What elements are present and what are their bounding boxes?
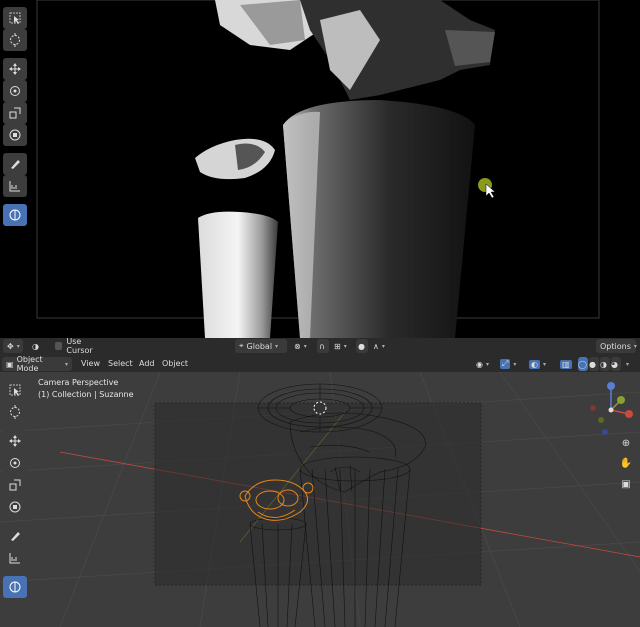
wireframe-shading-button[interactable]: ◯ — [578, 357, 588, 371]
material-icon: ◑ — [600, 359, 607, 369]
measure-tool[interactable] — [3, 547, 27, 569]
use-cursor-label: Use Cursor — [66, 337, 93, 355]
pivot-icon: ⊗ — [294, 341, 301, 351]
move-tool[interactable] — [3, 58, 27, 80]
move-icon — [9, 63, 21, 75]
mode-value: Object Mode — [16, 355, 43, 373]
falloff-dropdown[interactable]: ∧ ▾ — [369, 339, 391, 353]
annotate-icon — [11, 532, 20, 541]
measure-icon — [9, 553, 20, 564]
transform-tool[interactable] — [3, 496, 27, 518]
material-shading-button[interactable]: ◑ — [600, 357, 610, 371]
measure-tool[interactable] — [3, 175, 27, 197]
menu-view[interactable]: View — [81, 359, 100, 368]
use-cursor-option[interactable]: Use Cursor — [51, 337, 111, 355]
add-cube-tool[interactable] — [3, 576, 27, 598]
orientation-value: Global — [246, 341, 273, 351]
cursor-icon — [10, 405, 20, 419]
visibility-dropdown[interactable]: ◉ ▾ — [472, 357, 494, 371]
options-label: Options — [600, 341, 631, 351]
tool-dropdown[interactable]: ✥ ▾ — [3, 339, 23, 353]
transform-tool[interactable] — [3, 124, 27, 146]
cursor-tool[interactable] — [3, 29, 27, 51]
collection-info: (1) Collection | Suzanne — [38, 390, 134, 399]
camera-view-button[interactable]: ▣ — [617, 475, 635, 493]
pan-hand-icon: ✋ — [619, 457, 633, 469]
solid-shading-button[interactable]: ● — [589, 357, 599, 371]
wireframe-icon: ◯ — [578, 359, 587, 369]
viewport-header: ▣ Object Mode ▾ View Select Add Object ◉ ▾… — [0, 355, 640, 373]
tool-icon: ✥ — [7, 341, 14, 351]
rendered-shading-button[interactable]: ◕ — [611, 357, 621, 371]
chevron-down-icon: ▾ — [626, 360, 630, 368]
camera-icon: ▣ — [621, 478, 631, 490]
rendered-icon: ◕ — [611, 359, 618, 369]
annotate-tool[interactable] — [3, 525, 27, 547]
rendered-viewport[interactable] — [0, 0, 640, 338]
view-name: Camera Perspective — [38, 378, 119, 387]
rotate-icon — [10, 86, 20, 96]
select-box-tool[interactable] — [3, 379, 27, 401]
snap-target-icon: ⊞ — [334, 341, 341, 351]
menu-object[interactable]: Object — [162, 359, 188, 368]
rotate-tool[interactable] — [3, 452, 27, 474]
shading-options-dropdown[interactable]: ▾ — [623, 357, 637, 371]
gizmo-icon: ⤢ — [500, 359, 511, 369]
cursor-icon — [10, 33, 20, 47]
falloff-icon: ∧ — [373, 341, 379, 351]
object-mode-icon: ▣ — [6, 359, 14, 369]
tool-settings-header: ✥ ▾ ◑ Use Cursor ⌖ Global ▾ ⊗ ▾ ∩ ⊞ ▾ ● ∧ ▾ O… — [0, 337, 640, 357]
scale-icon — [9, 107, 21, 119]
wireframe-viewport[interactable]: Camera Perspective (1) Collection | Suza… — [0, 372, 640, 627]
pivot-dropdown[interactable]: ⊗ ▾ — [290, 339, 314, 353]
solid-icon: ● — [589, 359, 596, 369]
annotate-icon — [11, 160, 20, 169]
overlay-dropdown[interactable]: ◐ ▾ — [525, 357, 549, 371]
overlay-icon: ◐ — [529, 359, 540, 369]
add-cube-icon — [9, 209, 21, 221]
annotate-tool[interactable] — [3, 153, 27, 175]
transform-icon — [9, 129, 21, 141]
zoom-icon: ⊕ — [621, 437, 631, 449]
snap-toggle[interactable]: ∩ — [317, 339, 329, 353]
use-cursor-checkbox[interactable] — [55, 342, 63, 350]
move-icon — [9, 435, 21, 447]
orientation-dropdown[interactable]: ⌖ Global ▾ — [235, 339, 287, 353]
mode-dropdown[interactable]: ▣ Object Mode ▾ — [2, 355, 72, 373]
select-box-icon — [9, 384, 21, 396]
add-cube-tool[interactable] — [3, 204, 27, 226]
menu-select[interactable]: Select — [108, 359, 133, 368]
scale-icon — [9, 479, 21, 491]
move-tool[interactable] — [3, 430, 27, 452]
xray-toggle[interactable]: ▥ — [556, 357, 576, 371]
zoom-button[interactable]: ⊕ — [617, 434, 635, 452]
rotate-icon — [10, 458, 20, 468]
measure-icon — [9, 181, 20, 192]
proportional-edit-toggle[interactable]: ● — [356, 339, 368, 353]
select-box-tool[interactable] — [3, 7, 27, 29]
scale-tool[interactable] — [3, 102, 27, 124]
menu-add[interactable]: Add — [139, 359, 155, 368]
scale-tool[interactable] — [3, 474, 27, 496]
eye-icon: ◉ — [476, 359, 483, 369]
options-dropdown[interactable]: Options ▾ — [596, 339, 637, 353]
snap-target-dropdown[interactable]: ⊞ ▾ — [330, 339, 352, 353]
xray-icon: ▥ — [560, 359, 572, 369]
pan-button[interactable]: ✋ — [617, 454, 635, 472]
wireframe-scene — [0, 372, 640, 627]
add-cube-header-icon[interactable]: ◑ — [28, 339, 44, 353]
add-cube-icon — [9, 581, 21, 593]
cursor-tool[interactable] — [3, 401, 27, 423]
magnet-icon: ∩ — [319, 341, 325, 351]
rotate-tool[interactable] — [3, 80, 27, 102]
render-scene — [36, 0, 600, 338]
orientation-icon: ⌖ — [239, 341, 244, 350]
gizmo-dropdown[interactable]: ⤢ ▾ — [496, 357, 520, 371]
transform-icon — [9, 501, 21, 513]
navigation-gizmo[interactable] — [583, 380, 639, 438]
proportional-edit-icon: ● — [358, 341, 365, 351]
select-box-icon — [9, 12, 21, 24]
